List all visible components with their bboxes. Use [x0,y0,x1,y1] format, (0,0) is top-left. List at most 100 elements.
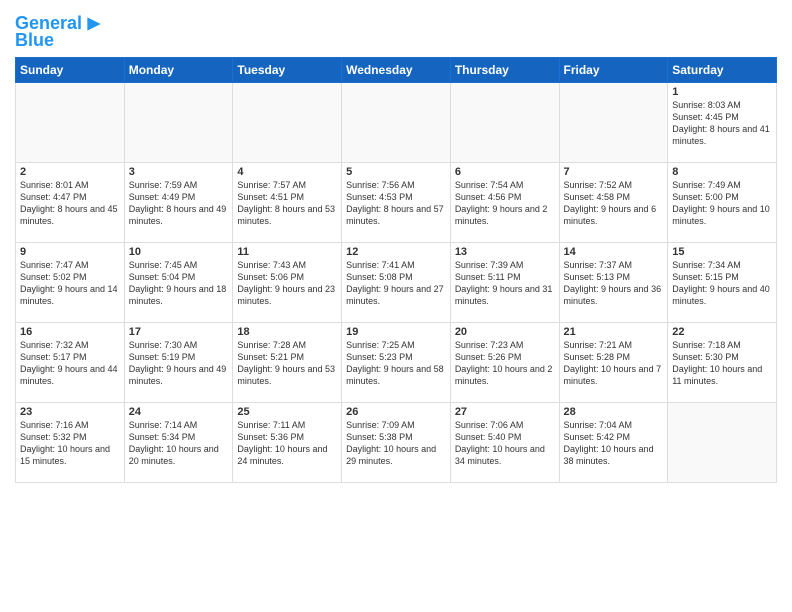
day-detail: Sunrise: 7:37 AM Sunset: 5:13 PM Dayligh… [564,259,664,308]
calendar-cell: 26Sunrise: 7:09 AM Sunset: 5:38 PM Dayli… [342,403,451,483]
day-number: 27 [455,406,555,418]
calendar-cell: 9Sunrise: 7:47 AM Sunset: 5:02 PM Daylig… [16,243,125,323]
calendar-cell: 13Sunrise: 7:39 AM Sunset: 5:11 PM Dayli… [450,243,559,323]
day-number: 10 [129,246,229,258]
logo-flag-icon [84,14,104,34]
calendar-cell: 16Sunrise: 7:32 AM Sunset: 5:17 PM Dayli… [16,323,125,403]
calendar-cell: 25Sunrise: 7:11 AM Sunset: 5:36 PM Dayli… [233,403,342,483]
day-number: 23 [20,406,120,418]
day-number: 2 [20,166,120,178]
day-detail: Sunrise: 7:56 AM Sunset: 4:53 PM Dayligh… [346,179,446,228]
day-detail: Sunrise: 7:47 AM Sunset: 5:02 PM Dayligh… [20,259,120,308]
calendar-cell [16,83,125,163]
calendar-week-row: 16Sunrise: 7:32 AM Sunset: 5:17 PM Dayli… [16,323,777,403]
day-number: 25 [237,406,337,418]
day-detail: Sunrise: 7:06 AM Sunset: 5:40 PM Dayligh… [455,419,555,468]
calendar-cell: 1Sunrise: 8:03 AM Sunset: 4:45 PM Daylig… [668,83,777,163]
calendar-cell: 5Sunrise: 7:56 AM Sunset: 4:53 PM Daylig… [342,163,451,243]
calendar-cell: 24Sunrise: 7:14 AM Sunset: 5:34 PM Dayli… [124,403,233,483]
day-number: 28 [564,406,664,418]
day-detail: Sunrise: 7:54 AM Sunset: 4:56 PM Dayligh… [455,179,555,228]
calendar-cell: 22Sunrise: 7:18 AM Sunset: 5:30 PM Dayli… [668,323,777,403]
calendar-cell: 21Sunrise: 7:21 AM Sunset: 5:28 PM Dayli… [559,323,668,403]
header-row: General Blue [15,10,777,51]
day-number: 12 [346,246,446,258]
day-detail: Sunrise: 7:41 AM Sunset: 5:08 PM Dayligh… [346,259,446,308]
calendar-day-header: Sunday [16,58,125,83]
calendar-cell: 7Sunrise: 7:52 AM Sunset: 4:58 PM Daylig… [559,163,668,243]
day-detail: Sunrise: 7:04 AM Sunset: 5:42 PM Dayligh… [564,419,664,468]
day-detail: Sunrise: 7:18 AM Sunset: 5:30 PM Dayligh… [672,339,772,388]
calendar-cell [668,403,777,483]
day-number: 15 [672,246,772,258]
day-number: 5 [346,166,446,178]
day-detail: Sunrise: 8:01 AM Sunset: 4:47 PM Dayligh… [20,179,120,228]
day-number: 8 [672,166,772,178]
calendar-cell: 10Sunrise: 7:45 AM Sunset: 5:04 PM Dayli… [124,243,233,323]
day-number: 18 [237,326,337,338]
day-number: 20 [455,326,555,338]
day-detail: Sunrise: 7:16 AM Sunset: 5:32 PM Dayligh… [20,419,120,468]
calendar-week-row: 1Sunrise: 8:03 AM Sunset: 4:45 PM Daylig… [16,83,777,163]
calendar-day-header: Thursday [450,58,559,83]
calendar-cell [559,83,668,163]
calendar-cell: 28Sunrise: 7:04 AM Sunset: 5:42 PM Dayli… [559,403,668,483]
day-number: 9 [20,246,120,258]
calendar-week-row: 23Sunrise: 7:16 AM Sunset: 5:32 PM Dayli… [16,403,777,483]
calendar-cell [233,83,342,163]
day-detail: Sunrise: 7:25 AM Sunset: 5:23 PM Dayligh… [346,339,446,388]
day-detail: Sunrise: 7:30 AM Sunset: 5:19 PM Dayligh… [129,339,229,388]
day-detail: Sunrise: 7:23 AM Sunset: 5:26 PM Dayligh… [455,339,555,388]
calendar-day-header: Monday [124,58,233,83]
day-number: 24 [129,406,229,418]
calendar-cell: 2Sunrise: 8:01 AM Sunset: 4:47 PM Daylig… [16,163,125,243]
calendar-cell: 15Sunrise: 7:34 AM Sunset: 5:15 PM Dayli… [668,243,777,323]
day-number: 19 [346,326,446,338]
calendar-cell: 6Sunrise: 7:54 AM Sunset: 4:56 PM Daylig… [450,163,559,243]
day-number: 13 [455,246,555,258]
main-container: General Blue SundayMondayTuesdayWednesda… [0,0,792,488]
calendar-cell: 12Sunrise: 7:41 AM Sunset: 5:08 PM Dayli… [342,243,451,323]
calendar-cell [124,83,233,163]
calendar-day-header: Friday [559,58,668,83]
calendar-cell: 14Sunrise: 7:37 AM Sunset: 5:13 PM Dayli… [559,243,668,323]
day-detail: Sunrise: 7:32 AM Sunset: 5:17 PM Dayligh… [20,339,120,388]
day-detail: Sunrise: 7:11 AM Sunset: 5:36 PM Dayligh… [237,419,337,468]
calendar-day-header: Wednesday [342,58,451,83]
day-number: 17 [129,326,229,338]
calendar-cell: 4Sunrise: 7:57 AM Sunset: 4:51 PM Daylig… [233,163,342,243]
day-detail: Sunrise: 8:03 AM Sunset: 4:45 PM Dayligh… [672,99,772,148]
day-detail: Sunrise: 7:09 AM Sunset: 5:38 PM Dayligh… [346,419,446,468]
day-number: 3 [129,166,229,178]
day-detail: Sunrise: 7:52 AM Sunset: 4:58 PM Dayligh… [564,179,664,228]
day-detail: Sunrise: 7:45 AM Sunset: 5:04 PM Dayligh… [129,259,229,308]
calendar-table: SundayMondayTuesdayWednesdayThursdayFrid… [15,57,777,483]
calendar-day-header: Saturday [668,58,777,83]
calendar-week-row: 2Sunrise: 8:01 AM Sunset: 4:47 PM Daylig… [16,163,777,243]
day-number: 6 [455,166,555,178]
day-detail: Sunrise: 7:14 AM Sunset: 5:34 PM Dayligh… [129,419,229,468]
day-number: 22 [672,326,772,338]
day-detail: Sunrise: 7:57 AM Sunset: 4:51 PM Dayligh… [237,179,337,228]
calendar-cell: 23Sunrise: 7:16 AM Sunset: 5:32 PM Dayli… [16,403,125,483]
day-number: 11 [237,246,337,258]
day-number: 26 [346,406,446,418]
day-number: 4 [237,166,337,178]
day-number: 14 [564,246,664,258]
calendar-cell [342,83,451,163]
day-detail: Sunrise: 7:28 AM Sunset: 5:21 PM Dayligh… [237,339,337,388]
calendar-cell: 11Sunrise: 7:43 AM Sunset: 5:06 PM Dayli… [233,243,342,323]
calendar-cell [450,83,559,163]
day-detail: Sunrise: 7:49 AM Sunset: 5:00 PM Dayligh… [672,179,772,228]
calendar-cell: 20Sunrise: 7:23 AM Sunset: 5:26 PM Dayli… [450,323,559,403]
day-detail: Sunrise: 7:59 AM Sunset: 4:49 PM Dayligh… [129,179,229,228]
logo: General Blue [15,14,104,51]
calendar-cell: 19Sunrise: 7:25 AM Sunset: 5:23 PM Dayli… [342,323,451,403]
day-number: 21 [564,326,664,338]
day-detail: Sunrise: 7:39 AM Sunset: 5:11 PM Dayligh… [455,259,555,308]
day-detail: Sunrise: 7:34 AM Sunset: 5:15 PM Dayligh… [672,259,772,308]
calendar-week-row: 9Sunrise: 7:47 AM Sunset: 5:02 PM Daylig… [16,243,777,323]
day-detail: Sunrise: 7:21 AM Sunset: 5:28 PM Dayligh… [564,339,664,388]
day-number: 1 [672,86,772,98]
calendar-cell: 18Sunrise: 7:28 AM Sunset: 5:21 PM Dayli… [233,323,342,403]
